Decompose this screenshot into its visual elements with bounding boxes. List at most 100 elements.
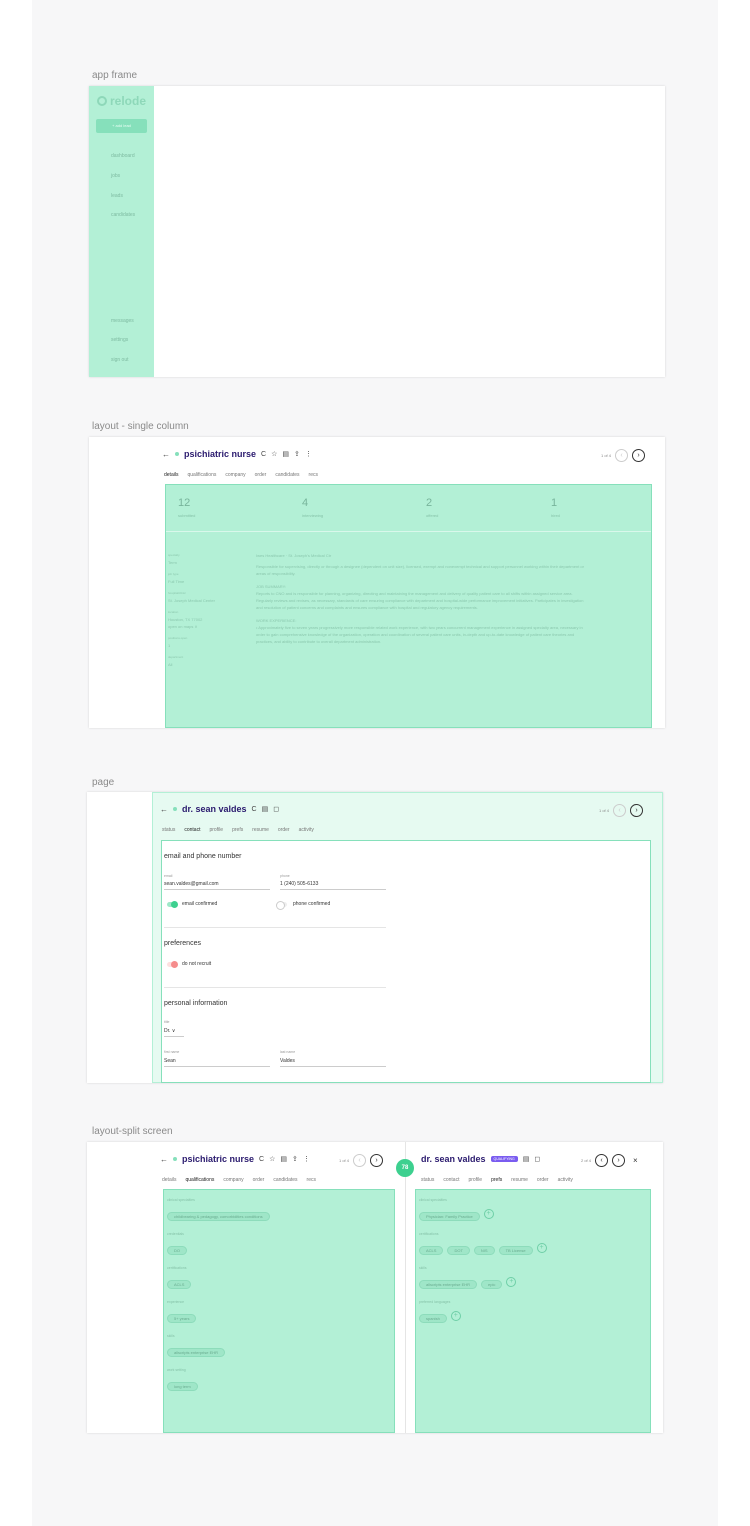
note-icon[interactable]: ▤ [280,1155,287,1163]
tab-recs[interactable]: recs [307,1177,316,1183]
next-icon[interactable]: › [370,1154,384,1167]
tab-status[interactable]: status [162,827,175,833]
last-name-field[interactable]: Valdes [280,1058,386,1067]
tab-activity[interactable]: activity [558,1177,573,1183]
refresh-icon[interactable]: C [261,451,266,458]
sidebar: relode + add lead dashboard jobs leads c… [89,86,154,377]
tab-activity[interactable]: activity [299,827,314,833]
pager: 1 of 4 ‹ › [599,804,644,817]
match-score: 78 [396,1159,414,1177]
tab-details[interactable]: details [164,472,178,478]
candidate-tabs: status contact profile prefs resume orde… [421,1177,573,1183]
phone-label: phone [280,874,290,878]
star-icon[interactable]: ☆ [269,1155,275,1163]
status-dot [173,807,177,811]
qual-group: experience 5+ years [167,1300,391,1325]
email-confirmed-toggle[interactable] [167,901,178,908]
section-email-phone: email and phone number [164,853,242,860]
more-icon[interactable]: ⋮ [303,1155,310,1163]
prev-icon[interactable]: ‹ [613,804,627,817]
next-icon[interactable]: › [632,449,646,462]
share-icon[interactable]: ⇪ [294,450,300,458]
close-icon[interactable]: × [633,1156,638,1165]
tab-contact[interactable]: contact [443,1177,459,1183]
divider [164,927,386,928]
refresh-icon[interactable]: C [252,806,257,813]
job-pager: 1 of 4 ‹ › [339,1154,384,1167]
stat-submitted: 12 submitted [178,497,196,518]
section-label-split-screen: layout-split screen [92,1126,173,1137]
split-divider[interactable] [405,1142,406,1433]
tab-qualifications[interactable]: qualifications [185,1177,214,1183]
tab-order[interactable]: order [537,1177,549,1183]
back-arrow-icon[interactable]: ← [160,805,168,814]
qual-group: credentials DO [167,1232,391,1257]
tab-order[interactable]: order [255,472,267,478]
tab-resume[interactable]: resume [511,1177,528,1183]
add-lead-button[interactable]: + add lead [96,119,147,133]
add-icon[interactable]: + [450,1310,461,1321]
tab-prefs[interactable]: prefs [232,827,243,833]
sidebar-item-dashboard[interactable]: dashboard [111,153,135,159]
back-arrow-icon[interactable]: ← [160,1155,168,1164]
prev-icon[interactable]: ‹ [595,1154,609,1167]
tab-company[interactable]: company [225,472,245,478]
message-icon[interactable]: ◻ [534,1155,540,1163]
prev-icon[interactable]: ‹ [353,1154,367,1167]
title-select[interactable]: Dr. ∨ [164,1028,184,1037]
tab-candidates[interactable]: candidates [273,1177,297,1183]
add-icon[interactable]: + [536,1242,547,1253]
sidebar-item-jobs[interactable]: jobs [111,173,120,179]
phone-confirmed-toggle[interactable] [276,901,287,910]
share-icon[interactable]: ⇪ [292,1155,298,1163]
sidebar-item-settings[interactable]: settings [111,337,128,343]
tab-details[interactable]: details [162,1177,176,1183]
job-header: ← psichiatric nurse C ☆ ▤ ⇪ ⋮ [162,449,312,459]
job-qualifications: clinical specialties childbearing & pedag… [163,1189,395,1433]
prev-icon[interactable]: ‹ [615,449,629,462]
pref-group: preferred languages spanish + [419,1300,647,1325]
section-preferences: preferences [164,940,201,947]
back-arrow-icon[interactable]: ← [162,450,170,459]
tab-status[interactable]: status [421,1177,434,1183]
do-not-recruit-toggle[interactable] [167,961,178,968]
tab-profile[interactable]: profile [209,827,223,833]
sidebar-item-candidates[interactable]: candidates [111,212,135,218]
tab-resume[interactable]: resume [252,827,269,833]
tab-order[interactable]: order [253,1177,265,1183]
title-label: title [164,1020,170,1024]
tab-profile[interactable]: profile [468,1177,482,1183]
tab-prefs[interactable]: prefs [491,1177,502,1183]
next-icon[interactable]: › [630,804,644,817]
tab-order[interactable]: order [278,827,290,833]
message-icon[interactable]: ◻ [273,805,279,813]
split-screen-frame: ← psichiatric nurse C ☆ ▤ ⇪ ⋮ 1 of 4 ‹ ›… [87,1142,663,1433]
tab-recs[interactable]: recs [309,472,318,478]
phone-field[interactable]: 1 (240) 505-6133 [280,881,386,890]
job-tabs: details qualifications company order can… [162,1177,316,1183]
first-name-field[interactable]: Sean [164,1058,270,1067]
candidate-title: dr. sean valdes [421,1154,486,1164]
pref-group: skills allscripts enterprise EHR epic + [419,1266,647,1291]
canvas: app frame relode + add lead dashboard jo… [32,0,718,1526]
tab-company[interactable]: company [223,1177,243,1183]
job-content: 12 submitted 4 interviewing 2 offered 1 hire… [165,484,652,728]
sidebar-item-messages[interactable]: messages [111,318,134,324]
more-icon[interactable]: ⋮ [305,450,312,458]
sidebar-item-sign-out[interactable]: sign out [111,357,129,363]
note-icon[interactable]: ▤ [523,1155,530,1163]
note-icon[interactable]: ▤ [282,450,289,458]
job-tabs: details qualifications company order can… [164,472,318,478]
next-icon[interactable]: › [612,1154,626,1167]
star-icon[interactable]: ☆ [271,450,277,458]
refresh-icon[interactable]: C [259,1156,264,1163]
first-name-label: first name [164,1050,180,1054]
tab-qualifications[interactable]: qualifications [187,472,216,478]
tab-contact[interactable]: contact [184,827,200,833]
note-icon[interactable]: ▤ [262,805,269,813]
add-icon[interactable]: + [506,1276,517,1287]
tab-candidates[interactable]: candidates [275,472,299,478]
sidebar-item-leads[interactable]: leads [111,193,123,199]
add-icon[interactable]: + [483,1208,494,1219]
email-field[interactable]: sean.valdes@gmail.com [164,881,270,890]
